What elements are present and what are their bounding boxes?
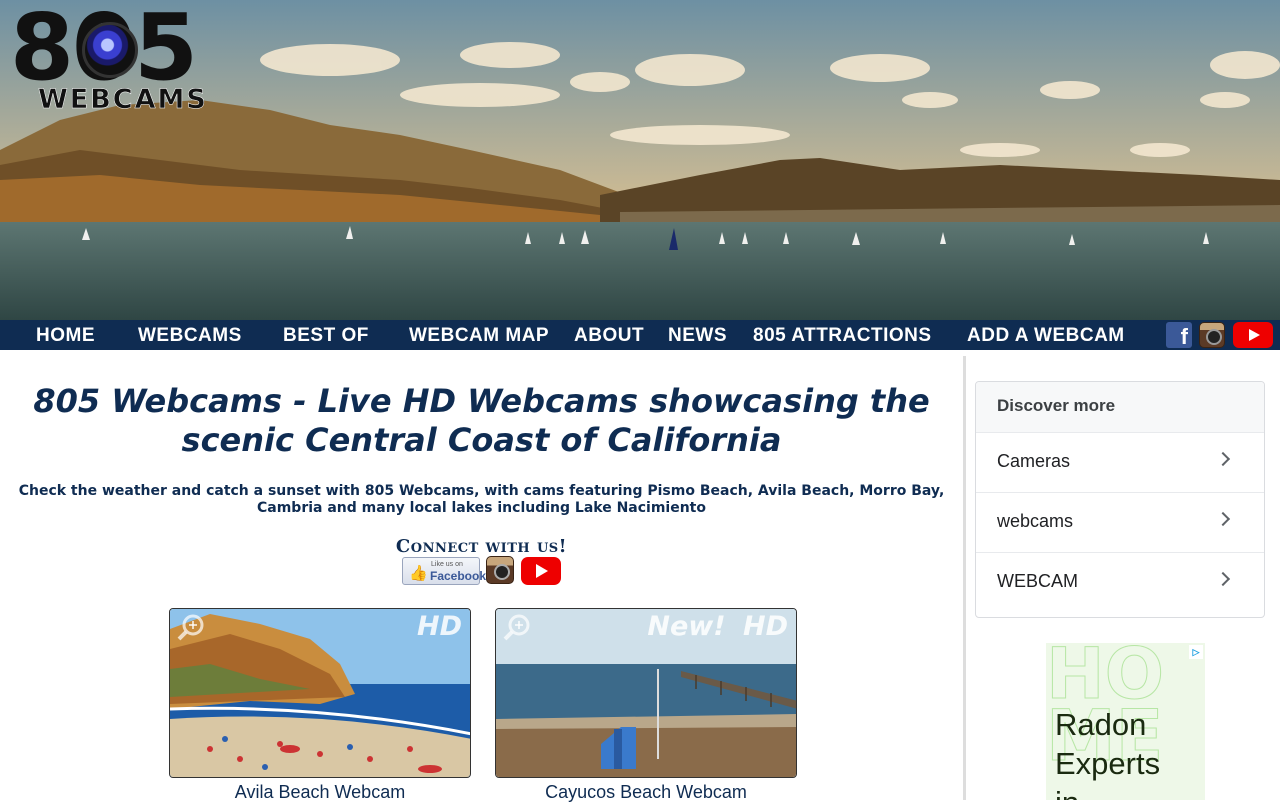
intro-text: Check the weather and catch a sunset wit… — [0, 483, 963, 517]
nav-webcams[interactable]: WEBCAMS — [138, 320, 242, 350]
discover-item-label: webcams — [997, 511, 1074, 531]
advertisement[interactable]: HOME Radon Experts in ▷ — [1046, 643, 1205, 800]
chevron-right-icon — [1215, 451, 1231, 467]
facebook-like-button[interactable]: 👍 Like us on Facebook — [402, 557, 486, 585]
webcam-card-avila[interactable]: HD — [169, 608, 471, 778]
main-nav: HOME WEBCAMS BEST OF WEBCAM MAP ABOUT NE… — [0, 320, 1280, 350]
thumbs-up-icon: 👍 — [409, 565, 428, 582]
header-banner: 805 WEBCAMS — [0, 0, 1280, 320]
youtube-icon[interactable] — [1233, 322, 1273, 348]
column-divider — [963, 356, 966, 800]
discover-item-label: WEBCAM — [997, 571, 1078, 591]
zoom-icon[interactable] — [502, 613, 532, 643]
nav-best-of[interactable]: BEST OF — [283, 320, 369, 350]
instagram-icon[interactable] — [1199, 322, 1225, 348]
discover-more-heading: Discover more — [976, 382, 1264, 432]
ad-line2: Experts — [1055, 746, 1161, 781]
camera-lens-icon — [82, 22, 138, 78]
nav-news[interactable]: NEWS — [668, 320, 727, 350]
zoom-icon[interactable] — [176, 613, 206, 643]
facebook-icon[interactable]: f — [1166, 322, 1192, 349]
fb-like-small-text: Like us on — [431, 561, 463, 568]
page-title: 805 Webcams - Live HD Webcams showcasing… — [0, 382, 963, 460]
chevron-right-icon — [1215, 511, 1231, 527]
page-title-line2: scenic Central Coast of California — [181, 421, 782, 459]
page-title-line1: 805 Webcams - Live HD Webcams showcasing… — [33, 382, 930, 420]
intro-line1: Check the weather and catch a sunset wit… — [18, 483, 945, 499]
nav-about[interactable]: ABOUT — [574, 320, 644, 350]
discover-item-webcam-upper[interactable]: WEBCAM — [976, 552, 1264, 612]
connect-heading: Connect with us! — [395, 536, 568, 557]
nav-805-attractions[interactable]: 805 ATTRACTIONS — [753, 320, 932, 350]
discover-more-panel: Discover more Cameras webcams WEBCAM — [975, 381, 1265, 618]
chevron-right-icon — [1215, 571, 1231, 587]
discover-item-cameras[interactable]: Cameras — [976, 432, 1264, 492]
hd-badge: HD — [416, 611, 462, 642]
ad-choices-icon[interactable]: ▷ — [1189, 645, 1203, 659]
fb-like-big-text: Facebook — [430, 569, 487, 583]
intro-line2: Cambria and many local lakes including L… — [257, 500, 706, 516]
instagram-icon[interactable] — [486, 556, 514, 584]
webcam-card-cayucos[interactable]: New! HD — [495, 608, 797, 778]
discover-item-label: Cameras — [997, 451, 1071, 471]
youtube-icon[interactable] — [521, 557, 561, 585]
nav-webcam-map[interactable]: WEBCAM MAP — [409, 320, 549, 350]
ad-line3: in — [1055, 785, 1079, 800]
ad-line1: Radon — [1055, 707, 1147, 742]
logo-word: WEBCAMS — [38, 84, 208, 116]
nav-home[interactable]: HOME — [36, 320, 95, 350]
new-hd-badge: New! HD — [647, 611, 788, 642]
ad-headline: Radon Experts in — [1055, 705, 1160, 800]
nav-add-a-webcam[interactable]: ADD A WEBCAM — [967, 320, 1125, 350]
discover-item-webcams[interactable]: webcams — [976, 492, 1264, 552]
site-logo[interactable]: 805 WEBCAMS — [10, 2, 230, 116]
